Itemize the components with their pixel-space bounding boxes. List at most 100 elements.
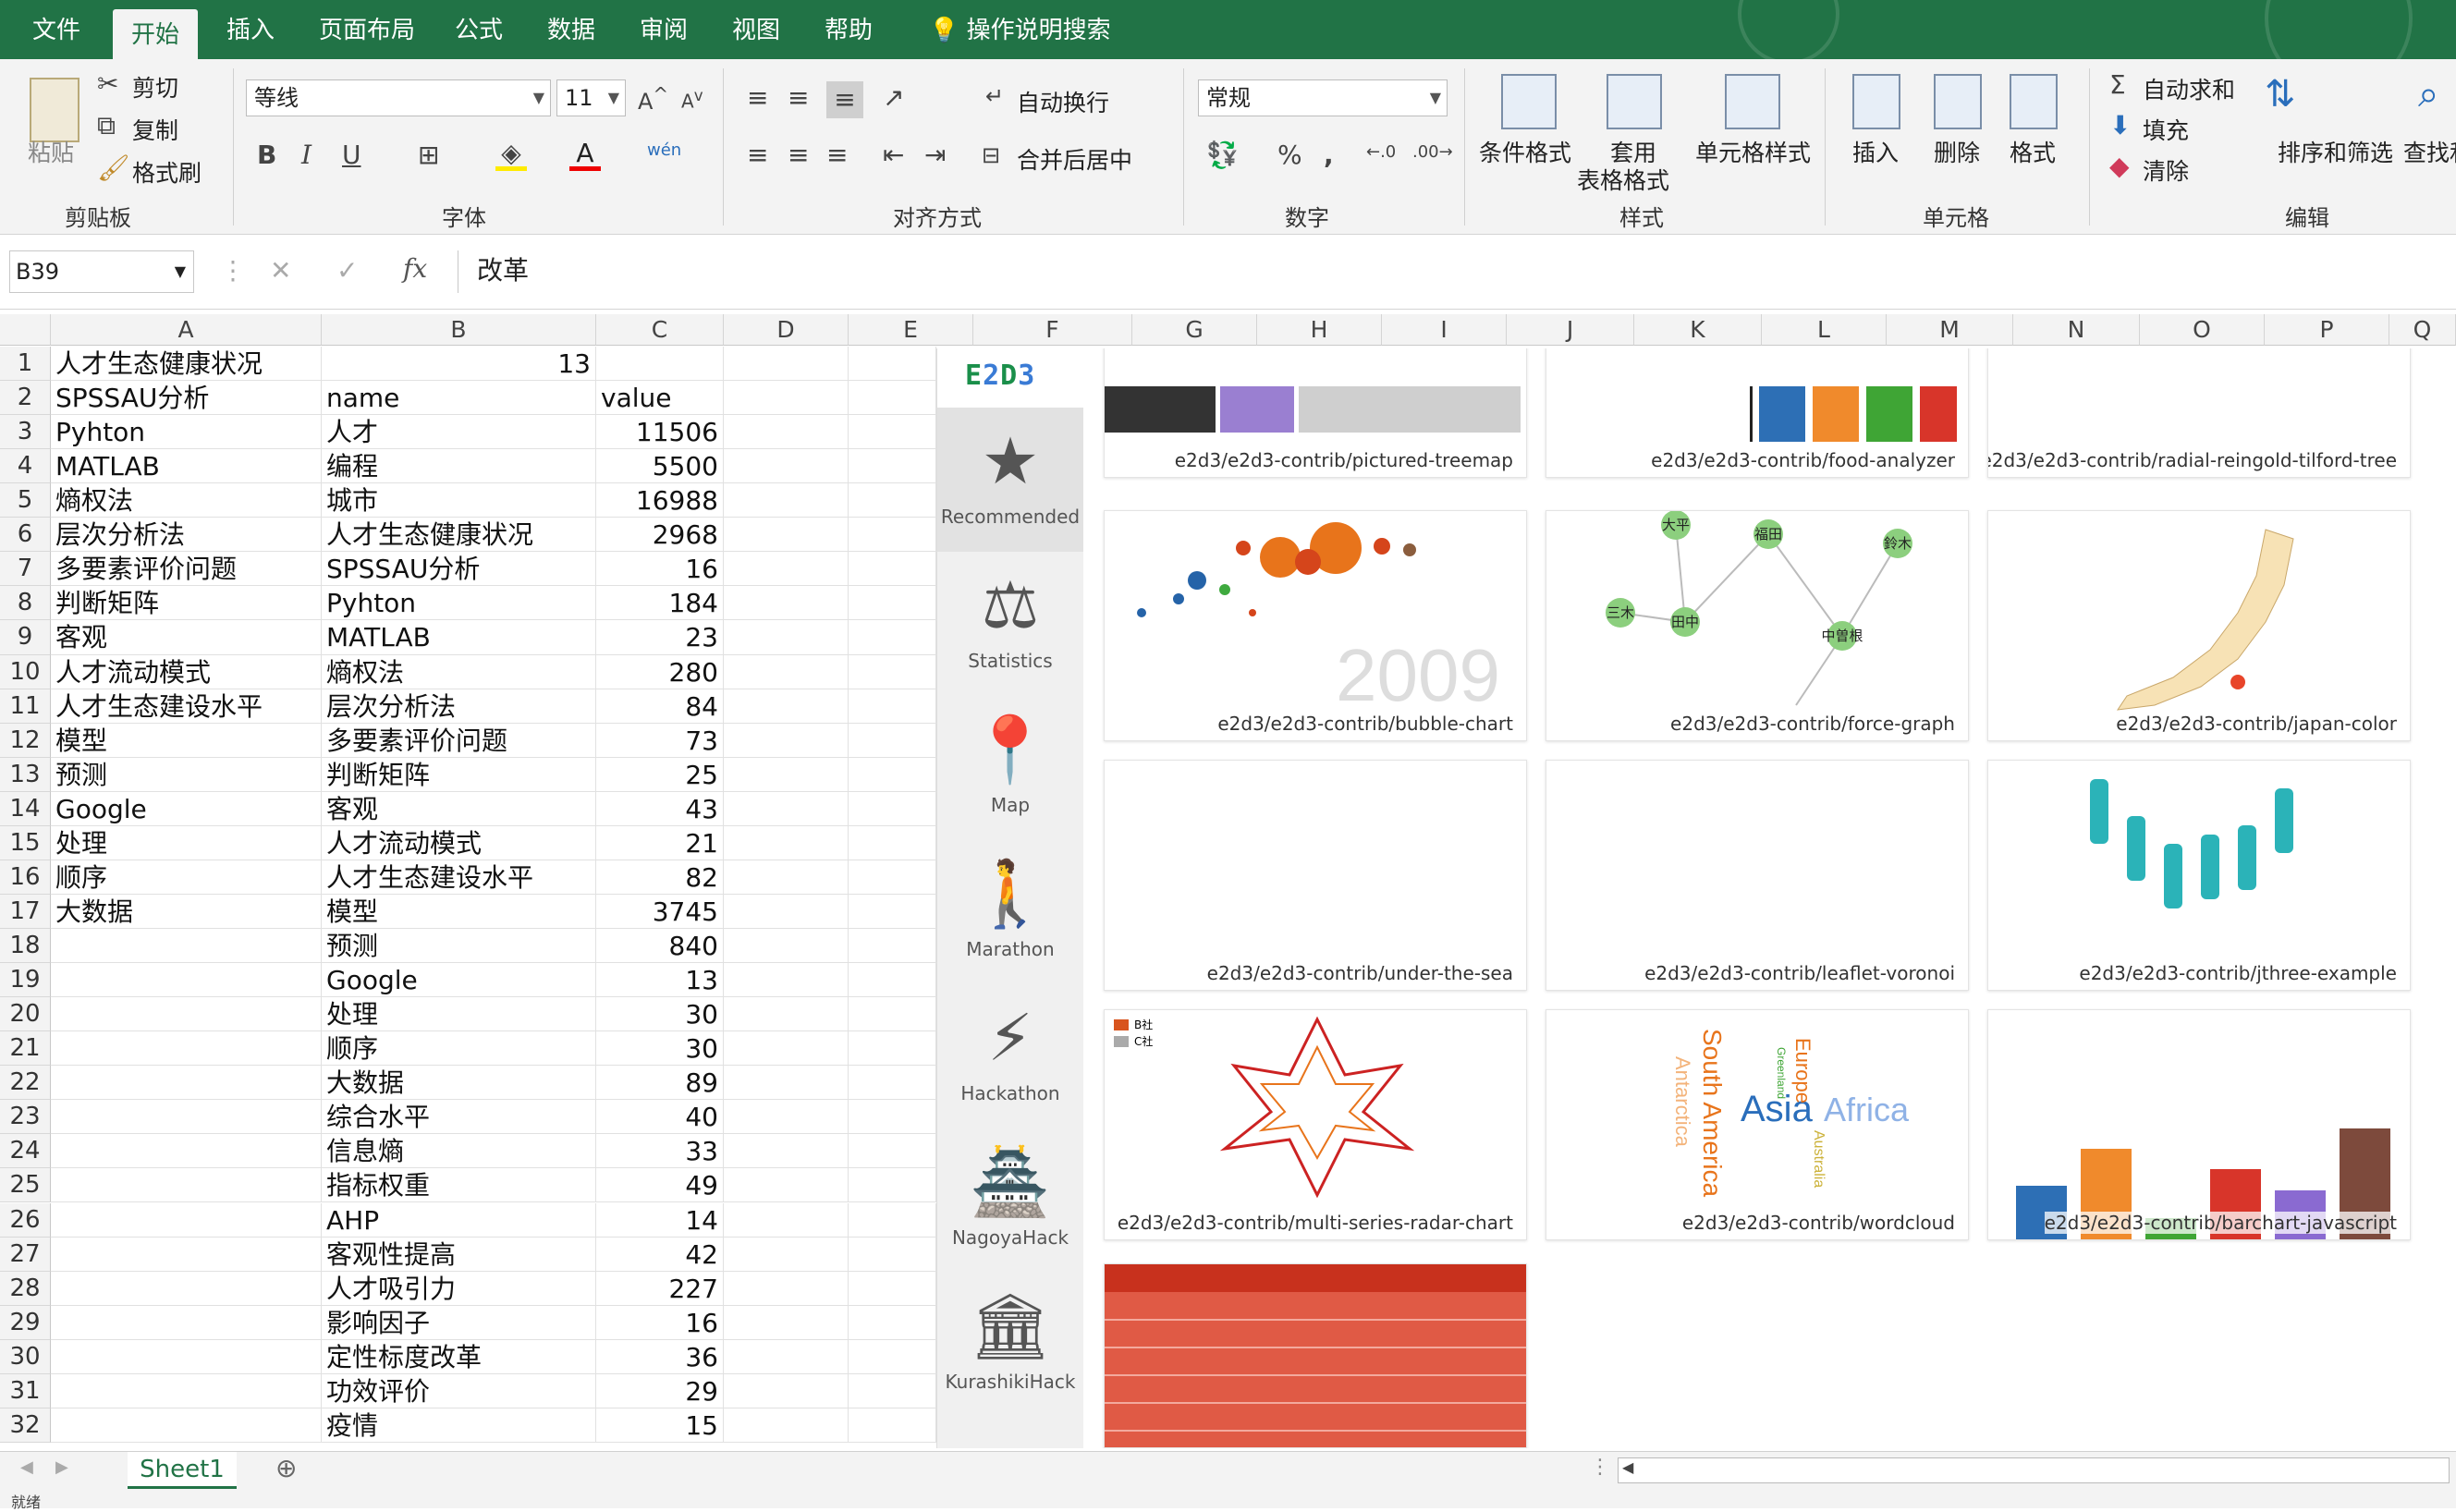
cell-b[interactable]: Google (322, 963, 596, 998)
cell-b[interactable]: Pyhton (322, 586, 596, 621)
tab-data[interactable]: 数据 (529, 0, 614, 59)
cell-d[interactable] (724, 1066, 849, 1101)
cell-d[interactable] (724, 1271, 849, 1306)
chart-card-force-graph[interactable]: 大平 福田 鈴木 三木 田中 中曽根 e2d3/e2d3-contrib/for… (1546, 510, 1969, 741)
cell-e[interactable] (849, 1237, 936, 1272)
cell-e[interactable] (849, 1339, 936, 1374)
cell-e[interactable] (849, 654, 936, 689)
cell-d[interactable] (724, 723, 849, 758)
column-header[interactable]: B (322, 314, 596, 346)
format-as-table-line2[interactable]: 表格格式 (1577, 163, 1669, 196)
cell-a[interactable] (51, 997, 322, 1032)
cell-a[interactable]: 顺序 (51, 860, 322, 895)
cell-c[interactable]: 49 (596, 1168, 724, 1203)
cell-d[interactable] (724, 483, 849, 518)
cell-c[interactable]: 23 (596, 620, 724, 655)
format-cells-button[interactable]: 格式 (2010, 135, 2056, 168)
cell-b[interactable]: 模型 (322, 894, 596, 929)
cell-c[interactable]: 36 (596, 1339, 724, 1374)
cell-b[interactable]: 人才生态健康状况 (322, 518, 596, 553)
cell-d[interactable] (724, 791, 849, 826)
cell-d[interactable] (724, 620, 849, 655)
row-header[interactable]: 10 (0, 654, 51, 689)
cell-c[interactable]: 14 (596, 1202, 724, 1238)
cell-e[interactable] (849, 586, 936, 621)
cell-c[interactable]: 11506 (596, 415, 724, 450)
sidebar-item-hackathon[interactable]: ⚡ Hackathon (937, 984, 1083, 1128)
row-header[interactable]: 13 (0, 757, 51, 792)
cell-a[interactable] (51, 1134, 322, 1169)
row-header[interactable]: 4 (0, 449, 51, 484)
column-header[interactable]: M (1887, 314, 2013, 346)
cell-a[interactable] (51, 1339, 322, 1374)
cell-d[interactable] (724, 825, 849, 860)
cell-c[interactable]: 16 (596, 1305, 724, 1340)
cell-b[interactable]: SPSSAU分析 (322, 552, 596, 587)
cell-a[interactable] (51, 1408, 322, 1443)
font-name-select[interactable]: 等线 ▼ (246, 79, 551, 116)
cell-a[interactable] (51, 1373, 322, 1408)
cell-d[interactable] (724, 1339, 849, 1374)
tab-insert[interactable]: 插入 (208, 0, 293, 59)
column-header[interactable]: G (1132, 314, 1257, 346)
column-header[interactable]: K (1634, 314, 1762, 346)
cell-a[interactable]: Google (51, 791, 322, 826)
cell-d[interactable] (724, 1031, 849, 1067)
cell-d[interactable] (724, 518, 849, 553)
row-header[interactable]: 23 (0, 1100, 51, 1135)
cell-d[interactable] (724, 415, 849, 450)
bold-icon[interactable]: B (257, 142, 276, 168)
chart-card-radial-tree[interactable]: e2d3/e2d3-contrib/radial-reingold-tilfor… (1987, 348, 2411, 478)
chart-card-japan-color[interactable]: e2d3/e2d3-contrib/japan-color (1987, 510, 2411, 741)
row-header[interactable]: 14 (0, 791, 51, 826)
cell-b[interactable]: MATLAB (322, 620, 596, 655)
align-left-icon[interactable]: ≡ (747, 142, 768, 168)
tab-page-layout[interactable]: 页面布局 (300, 0, 434, 59)
cell-e[interactable] (849, 1305, 936, 1340)
chart-card-food-analyzer[interactable]: e2d3/e2d3-contrib/food-analyzer (1546, 348, 1969, 478)
align-center-icon[interactable]: ≡ (788, 142, 809, 168)
cell-c[interactable]: 2968 (596, 518, 724, 553)
increase-font-icon[interactable]: A^ (638, 85, 668, 113)
column-header[interactable]: L (1762, 314, 1887, 346)
clear-button[interactable]: 清除 (2143, 153, 2189, 187)
cell-e[interactable] (849, 963, 936, 998)
cell-e[interactable] (849, 1271, 936, 1306)
cell-a[interactable] (51, 1305, 322, 1340)
fill-button[interactable]: 填充 (2143, 113, 2189, 146)
find-select-button[interactable]: 查找和 (2403, 135, 2456, 168)
fill-color-icon[interactable]: ◈ (495, 140, 527, 171)
column-header[interactable]: Q (2389, 314, 2456, 346)
cell-a[interactable]: 人才生态健康状况 (51, 347, 322, 382)
row-header[interactable]: 22 (0, 1066, 51, 1101)
wrap-text-button[interactable]: 自动换行 (1017, 85, 1109, 118)
sidebar-item-map[interactable]: 📍 Map (937, 696, 1083, 840)
cell-e[interactable] (849, 1373, 936, 1408)
phonetic-icon[interactable]: wén (647, 142, 681, 159)
row-header[interactable]: 17 (0, 894, 51, 929)
cell-d[interactable] (724, 963, 849, 998)
cell-b[interactable]: 人才流动模式 (322, 825, 596, 860)
horizontal-scrollbar[interactable]: ◀ (1618, 1457, 2450, 1483)
currency-icon[interactable]: 💱 (1206, 142, 1239, 168)
cell-a[interactable]: 处理 (51, 825, 322, 860)
cell-c[interactable]: 15 (596, 1408, 724, 1443)
column-header[interactable]: A (51, 314, 322, 346)
row-header[interactable]: 7 (0, 552, 51, 587)
cell-a[interactable] (51, 1168, 322, 1203)
cell-c[interactable]: 73 (596, 723, 724, 758)
cell-a[interactable]: 人才生态建设水平 (51, 689, 322, 724)
sidebar-item-marathon[interactable]: 🚶 Marathon (937, 840, 1083, 984)
cell-b[interactable]: 定性标度改革 (322, 1339, 596, 1374)
select-all-corner[interactable] (0, 314, 51, 346)
cell-b[interactable]: 影响因子 (322, 1305, 596, 1340)
cell-b[interactable]: 判断矩阵 (322, 757, 596, 792)
cell-e[interactable] (849, 997, 936, 1032)
cell-e[interactable] (849, 415, 936, 450)
row-header[interactable]: 3 (0, 415, 51, 450)
cell-b[interactable]: name (322, 381, 596, 416)
column-header[interactable]: F (973, 314, 1132, 346)
cell-b[interactable]: 综合水平 (322, 1100, 596, 1135)
enter-icon[interactable]: ✓ (336, 258, 358, 284)
column-header[interactable]: E (849, 314, 973, 346)
